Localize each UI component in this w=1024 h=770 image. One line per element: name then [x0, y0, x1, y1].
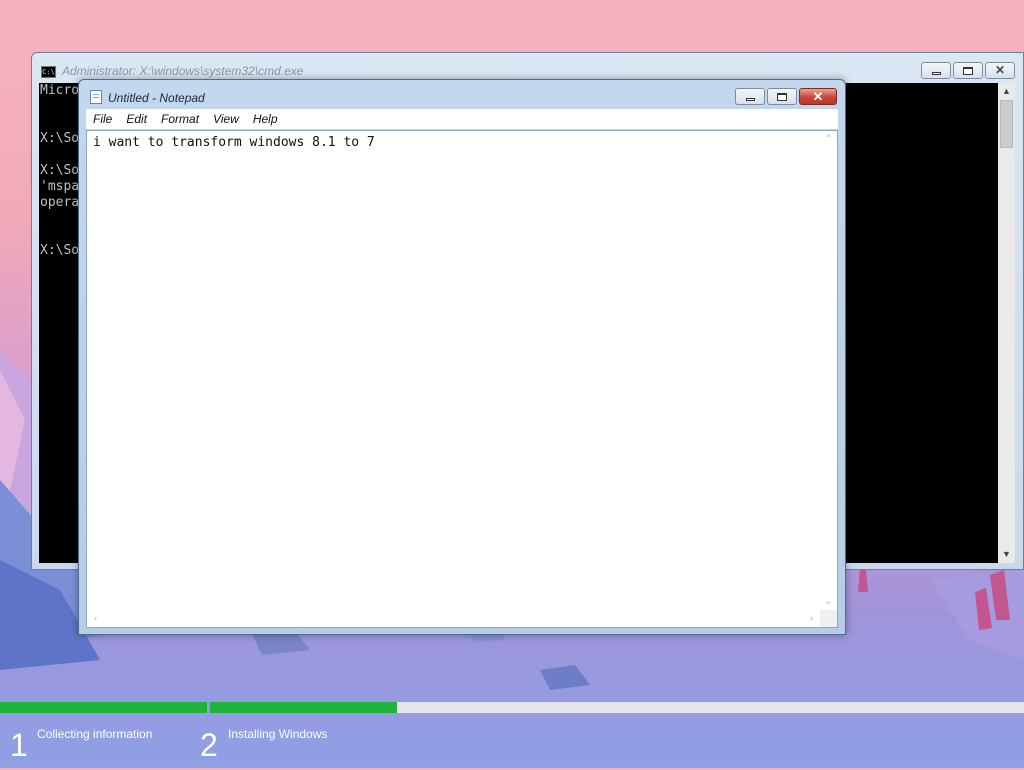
menu-file[interactable]: File [86, 109, 119, 129]
resize-grip-icon[interactable] [820, 610, 837, 627]
cmd-maximize-button[interactable] [953, 62, 983, 79]
notepad-content[interactable]: i want to transform windows 8.1 to 7 [93, 135, 375, 150]
step-1-progress-fill [0, 702, 207, 713]
scroll-left-arrow-icon[interactable]: ‹ [87, 610, 104, 627]
notepad-minimize-button[interactable] [735, 88, 765, 105]
minimize-icon [931, 71, 941, 75]
cmd-close-button[interactable]: ✕ [985, 62, 1015, 79]
notepad-close-button[interactable]: ✕ [799, 88, 837, 105]
step-2-label: Installing Windows [228, 727, 328, 741]
step-1-label: Collecting information [37, 727, 153, 741]
cmd-vertical-scrollbar[interactable]: ▲ ▼ [998, 83, 1015, 563]
setup-progress-bar [0, 702, 1024, 713]
close-icon: ✕ [994, 63, 1006, 77]
scroll-up-arrow-icon[interactable]: ⌃ [820, 131, 837, 148]
maximize-icon [777, 92, 787, 101]
scroll-down-arrow-icon[interactable]: ▼ [998, 546, 1015, 563]
scroll-up-arrow-icon[interactable]: ▲ [998, 83, 1015, 100]
menu-help[interactable]: Help [246, 109, 285, 129]
step-2-number: 2 [200, 727, 218, 763]
scroll-down-arrow-icon[interactable]: ⌄ [820, 593, 837, 610]
cmd-title: Administrator: X:\windows\system32\cmd.e… [62, 64, 304, 78]
notepad-window-controls: ✕ [733, 88, 837, 107]
notepad-menubar: File Edit Format View Help [86, 109, 838, 129]
maximize-icon [963, 66, 973, 75]
step-2-progress-track [210, 702, 1024, 713]
menu-edit[interactable]: Edit [119, 109, 154, 129]
notepad-text-area[interactable]: i want to transform windows 8.1 to 7 ⌃ ⌄… [86, 130, 838, 628]
menu-view[interactable]: View [206, 109, 246, 129]
close-icon: ✕ [812, 89, 824, 104]
menu-format[interactable]: Format [154, 109, 206, 129]
step-1-progress-track [0, 702, 207, 713]
step-1-number: 1 [10, 727, 28, 763]
notepad-maximize-button[interactable] [767, 88, 797, 105]
scroll-right-arrow-icon[interactable]: › [803, 610, 820, 627]
console-icon: C:\ [41, 66, 56, 78]
notepad-icon [90, 90, 102, 104]
notepad-vertical-scrollbar[interactable]: ⌃ ⌄ [820, 131, 837, 610]
cmd-window-controls: ✕ [919, 62, 1015, 81]
cmd-minimize-button[interactable] [921, 62, 951, 79]
notepad-window[interactable]: Untitled - Notepad ✕ File Edit Format Vi… [78, 79, 846, 635]
step-2-progress-fill [210, 702, 398, 713]
minimize-icon [745, 97, 755, 101]
notepad-title: Untitled - Notepad [108, 91, 205, 105]
scroll-thumb[interactable] [1000, 100, 1013, 148]
notepad-horizontal-scrollbar[interactable]: ‹ › [87, 610, 820, 627]
